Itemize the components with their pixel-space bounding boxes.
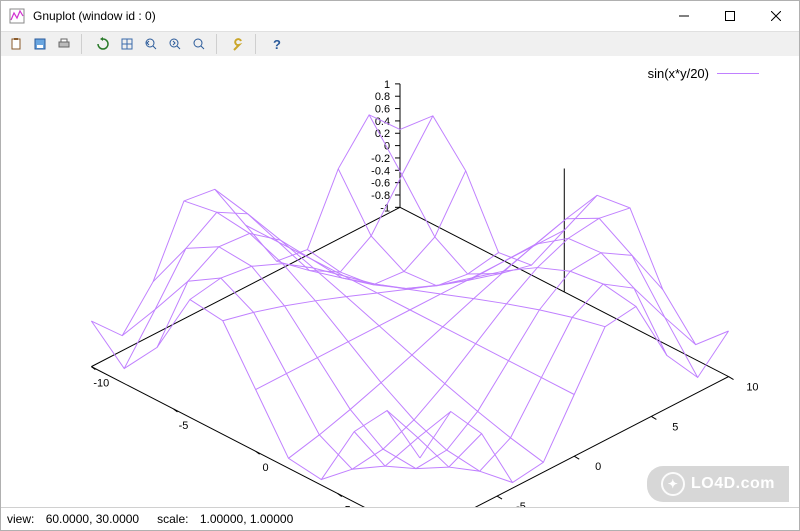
toolbar-separator	[216, 34, 223, 54]
svg-text:-10: -10	[93, 378, 109, 390]
svg-text:-0.4: -0.4	[371, 165, 390, 177]
svg-text:0: 0	[263, 462, 269, 474]
close-button[interactable]	[753, 1, 799, 31]
replot-button[interactable]	[92, 33, 114, 55]
copy-clipboard-button[interactable]	[5, 33, 27, 55]
zoom-next-button[interactable]	[164, 33, 186, 55]
help-icon: ?	[273, 37, 281, 52]
svg-text:5: 5	[672, 421, 678, 433]
svg-text:0: 0	[595, 461, 601, 473]
clipboard-icon	[9, 37, 23, 51]
svg-text:1: 1	[384, 79, 390, 91]
zoom-next-icon	[168, 37, 182, 51]
status-view-value: 60.0000, 30.0000	[46, 512, 139, 526]
grid-icon	[120, 37, 134, 51]
svg-text:0.8: 0.8	[375, 91, 390, 103]
zoom-prev-icon	[144, 37, 158, 51]
wrench-icon	[231, 37, 245, 51]
config-button[interactable]	[227, 33, 249, 55]
help-button[interactable]: ?	[266, 33, 288, 55]
window-title: Gnuplot (window id : 0)	[33, 9, 661, 23]
svg-text:-0.6: -0.6	[371, 178, 390, 190]
status-scale-value: 1.00000, 1.00000	[200, 512, 293, 526]
save-button[interactable]	[29, 33, 51, 55]
app-icon	[9, 8, 25, 24]
legend: sin(x*y/20)	[648, 66, 759, 81]
svg-text:0.6: 0.6	[375, 104, 390, 116]
window-buttons	[661, 1, 799, 31]
plot-canvas[interactable]: sin(x*y/20) -10-50510-10-50510-1-0.8-0.6…	[1, 56, 799, 508]
floppy-icon	[33, 37, 47, 51]
app-window: Gnuplot (window id : 0)	[0, 0, 800, 531]
svg-text:-5: -5	[179, 420, 189, 432]
grid-button[interactable]	[116, 33, 138, 55]
autoscale-button[interactable]	[188, 33, 210, 55]
maximize-button[interactable]	[707, 1, 753, 31]
svg-text:10: 10	[746, 382, 758, 394]
refresh-icon	[96, 37, 110, 51]
status-scale-label: scale:	[157, 512, 188, 526]
toolbar: ?	[1, 32, 799, 57]
print-button[interactable]	[53, 33, 75, 55]
zoom-prev-button[interactable]	[140, 33, 162, 55]
legend-label: sin(x*y/20)	[648, 66, 709, 81]
status-view-label: view:	[7, 512, 34, 526]
legend-swatch	[717, 73, 759, 74]
toolbar-separator	[255, 34, 262, 54]
svg-text:-0.2: -0.2	[371, 153, 390, 165]
status-bar: view: 60.0000, 30.0000 scale: 1.00000, 1…	[1, 507, 799, 530]
titlebar: Gnuplot (window id : 0)	[1, 1, 799, 32]
toolbar-separator	[81, 34, 88, 54]
minimize-button[interactable]	[661, 1, 707, 31]
autoscale-icon	[192, 37, 206, 51]
svg-text:0.4: 0.4	[375, 116, 390, 128]
svg-text:-0.8: -0.8	[371, 190, 390, 202]
printer-icon	[57, 37, 71, 51]
plot-svg: -10-50510-10-50510-1-0.8-0.6-0.4-0.200.2…	[1, 56, 799, 508]
